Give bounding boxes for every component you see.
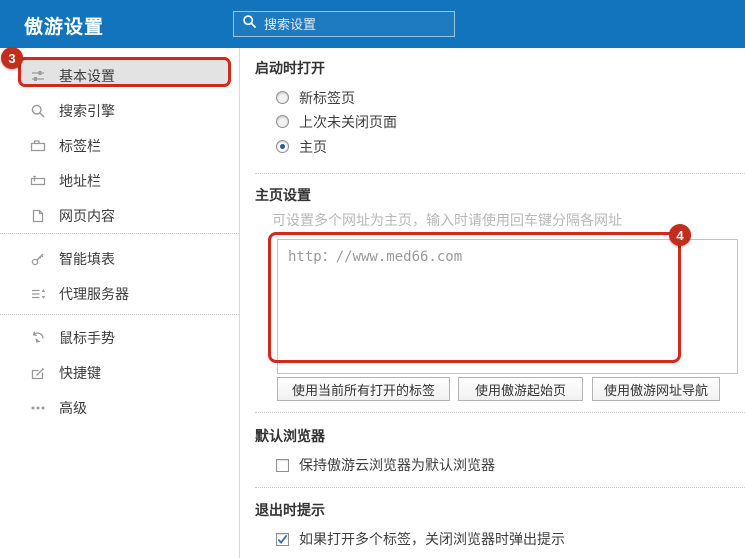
ellipsis-icon bbox=[30, 400, 46, 416]
annotation-badge-3: 3 bbox=[1, 47, 23, 69]
homepage-urls-textarea[interactable]: http：//www.med66.com bbox=[277, 239, 738, 374]
app-header: 傲游设置 bbox=[0, 0, 745, 48]
sidebar-item-address-bar[interactable]: 地址栏 bbox=[0, 163, 239, 198]
hotkey-icon bbox=[30, 365, 46, 381]
sidebar-item-page-content[interactable]: 网页内容 bbox=[0, 198, 239, 233]
search-icon bbox=[30, 103, 46, 119]
radio-option-new-tab[interactable]: 新标签页 bbox=[276, 89, 745, 106]
sidebar-item-label: 快捷键 bbox=[59, 363, 101, 383]
section-title-startup: 启动时打开 bbox=[255, 61, 745, 75]
sidebar-item-label: 鼠标手势 bbox=[59, 328, 115, 348]
proxy-list-icon bbox=[30, 286, 46, 302]
homepage-buttons-row: 使用当前所有打开的标签 使用傲游起始页 使用傲游网址导航 bbox=[277, 377, 745, 401]
section-divider bbox=[255, 173, 745, 174]
checkbox-icon[interactable] bbox=[276, 459, 289, 472]
use-maxthon-navigation-button[interactable]: 使用傲游网址导航 bbox=[592, 377, 720, 401]
section-divider bbox=[255, 487, 745, 488]
settings-content: 启动时打开 新标签页 上次未关闭页面 主页 主页设置 可设置多个网址为主页，输入… bbox=[241, 48, 745, 558]
sidebar-item-label: 地址栏 bbox=[59, 171, 101, 191]
checkbox-label: 保持傲游云浏览器为默认浏览器 bbox=[299, 455, 495, 475]
sidebar-item-proxy-server[interactable]: 代理服务器 bbox=[0, 276, 239, 311]
sidebar-item-tab-bar[interactable]: 标签栏 bbox=[0, 128, 239, 163]
section-divider bbox=[255, 412, 745, 413]
search-icon bbox=[242, 14, 257, 34]
radio-label: 主页 bbox=[299, 137, 327, 157]
sidebar-item-search-engine[interactable]: 搜索引擎 bbox=[0, 93, 239, 128]
use-maxthon-start-page-button[interactable]: 使用傲游起始页 bbox=[458, 377, 583, 401]
sidebar-item-label: 基本设置 bbox=[59, 66, 115, 86]
search-input[interactable] bbox=[264, 17, 446, 32]
tab-bar-icon bbox=[30, 138, 46, 154]
sidebar-item-label: 智能填表 bbox=[59, 249, 115, 269]
checkbox-icon-checked[interactable] bbox=[276, 533, 289, 546]
sidebar-item-form-fill[interactable]: 智能填表 bbox=[0, 241, 239, 276]
radio-label: 新标签页 bbox=[299, 88, 355, 108]
radio-icon[interactable] bbox=[276, 91, 289, 104]
sidebar-item-label: 高级 bbox=[59, 398, 87, 418]
sidebar-divider bbox=[0, 233, 239, 234]
sliders-icon bbox=[30, 68, 46, 84]
radio-icon[interactable] bbox=[276, 115, 289, 128]
key-icon bbox=[30, 251, 46, 267]
sidebar-item-basic-settings[interactable]: 基本设置 bbox=[0, 58, 239, 93]
sidebar-item-label: 标签栏 bbox=[59, 136, 101, 156]
sidebar-divider bbox=[0, 314, 239, 315]
radio-label: 上次未关闭页面 bbox=[299, 112, 397, 132]
radio-option-homepage[interactable]: 主页 bbox=[276, 138, 745, 155]
checkbox-option-exit-prompt[interactable]: 如果打开多个标签，关闭浏览器时弹出提示 bbox=[276, 531, 745, 547]
section-title-homepage: 主页设置 bbox=[255, 188, 745, 202]
homepage-hint-text: 可设置多个网址为主页，输入时请使用回车键分隔各网址 bbox=[272, 213, 745, 227]
sidebar-item-label: 搜索引擎 bbox=[59, 101, 115, 121]
sidebar-item-advanced[interactable]: 高级 bbox=[0, 390, 239, 425]
radio-option-last-session[interactable]: 上次未关闭页面 bbox=[276, 113, 745, 130]
settings-search-box[interactable] bbox=[233, 11, 455, 37]
settings-sidebar: 3 基本设置 搜索引擎 标签栏 地址栏 网页内容 智能填表 bbox=[0, 48, 240, 558]
address-bar-icon bbox=[30, 173, 46, 189]
use-current-tabs-button[interactable]: 使用当前所有打开的标签 bbox=[277, 377, 450, 401]
sidebar-item-label: 代理服务器 bbox=[59, 284, 129, 304]
checkbox-option-keep-default[interactable]: 保持傲游云浏览器为默认浏览器 bbox=[276, 457, 745, 473]
mouse-gesture-icon bbox=[30, 330, 46, 346]
sidebar-item-label: 网页内容 bbox=[59, 206, 115, 226]
section-title-exit-prompt: 退出时提示 bbox=[255, 503, 745, 517]
page-title: 傲游设置 bbox=[24, 12, 104, 39]
page-content-icon bbox=[30, 208, 46, 224]
checkbox-label: 如果打开多个标签，关闭浏览器时弹出提示 bbox=[299, 529, 565, 549]
section-title-default-browser: 默认浏览器 bbox=[255, 429, 745, 443]
sidebar-item-mouse-gesture[interactable]: 鼠标手势 bbox=[0, 320, 239, 355]
sidebar-item-hotkeys[interactable]: 快捷键 bbox=[0, 355, 239, 390]
radio-icon-checked[interactable] bbox=[276, 140, 289, 153]
